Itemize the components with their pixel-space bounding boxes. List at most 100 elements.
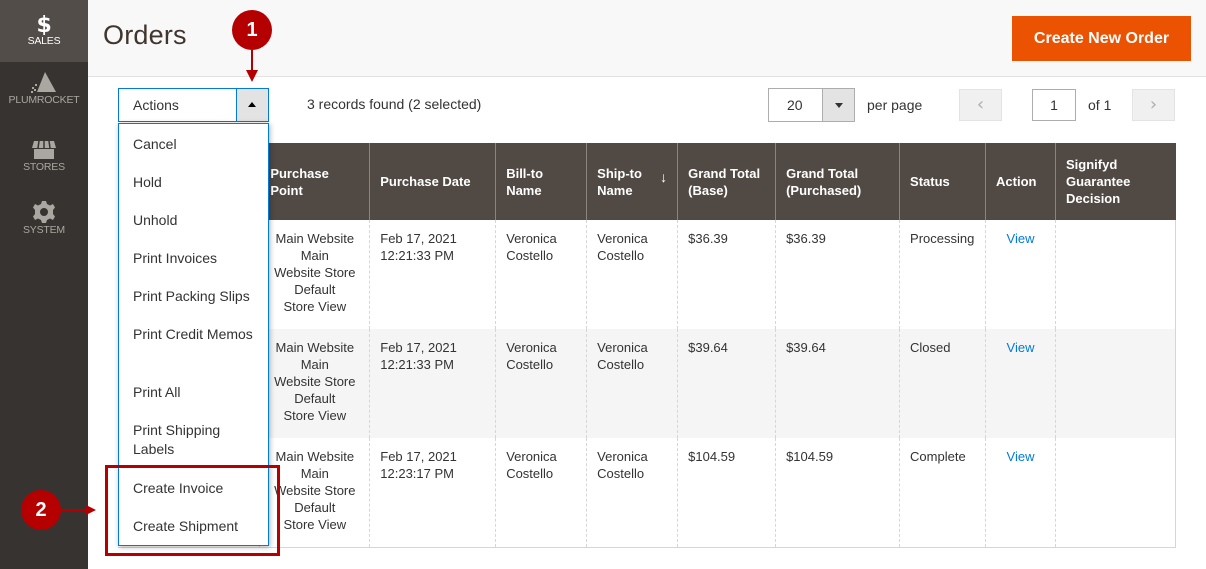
- cell-line: Main Website: [262, 230, 367, 247]
- actions-dropdown[interactable]: Actions: [118, 88, 269, 122]
- table-row[interactable]: Main WebsiteMainWebsite StoreDefaultStor…: [118, 220, 1176, 329]
- cell-line: Main: [262, 356, 367, 373]
- cell-status: Closed: [900, 329, 986, 438]
- column-header-purchase-point[interactable]: Purchase Point: [260, 143, 370, 220]
- actions-menu-item-print-credit-memos[interactable]: Print Credit Memos: [133, 325, 263, 344]
- admin-sidebar: $ SALES PLUMROCKET STORES SYSTEM: [0, 0, 88, 569]
- cell-line: Veronica: [597, 448, 667, 465]
- actions-menu-item-print-shipping-labels[interactable]: Print Shipping Labels: [133, 421, 263, 459]
- actions-menu-item-print-invoices[interactable]: Print Invoices: [133, 249, 263, 268]
- cell-signifyd: [1056, 220, 1176, 329]
- column-header-signifyd[interactable]: Signifyd Guarantee Decision: [1056, 143, 1176, 220]
- cell-purchase-point: Main WebsiteMainWebsite StoreDefaultStor…: [260, 329, 370, 438]
- caret-up-icon: [248, 102, 256, 107]
- cell-line: Store View: [262, 407, 367, 424]
- cell-action: View: [986, 220, 1056, 329]
- gear-icon: [32, 200, 56, 224]
- caret-down-icon: [835, 103, 843, 108]
- actions-menu-item-print-packing-slips[interactable]: Print Packing Slips: [133, 287, 263, 306]
- cell-action: View: [986, 438, 1056, 547]
- cell-line: Costello: [506, 465, 576, 482]
- cell-line: Veronica: [506, 230, 576, 247]
- column-header-purchase-date[interactable]: Purchase Date: [370, 143, 496, 220]
- actions-dropdown-toggle[interactable]: [236, 89, 268, 121]
- annotation-highlight-box: [105, 465, 280, 556]
- cell-purchase-point: Main WebsiteMainWebsite StoreDefaultStor…: [260, 220, 370, 329]
- cell-line: Feb 17, 2021: [380, 339, 485, 356]
- annotation-arrow-right: [60, 509, 88, 511]
- cell-purchase-date: Feb 17, 202112:21:33 PM: [370, 329, 496, 438]
- sidebar-item-system[interactable]: SYSTEM: [0, 200, 88, 250]
- previous-page-button[interactable]: ‹: [959, 89, 1002, 121]
- next-page-button[interactable]: ›: [1132, 89, 1175, 121]
- cell-line: Feb 17, 2021: [380, 448, 485, 465]
- cell-grand-total-purchased: $36.39: [776, 220, 900, 329]
- column-header-status[interactable]: Status: [900, 143, 986, 220]
- page-title: Orders: [103, 20, 187, 51]
- per-page-value: 20: [787, 97, 803, 113]
- cell-signifyd: [1056, 438, 1176, 547]
- actions-dropdown-label: Actions: [133, 97, 179, 113]
- cell-grand-total-base: $39.64: [678, 329, 776, 438]
- svg-text:$: $: [36, 13, 51, 35]
- column-header-ship-to-name[interactable]: Ship-to Name ↓: [587, 143, 678, 220]
- actions-menu-item-hold[interactable]: Hold: [133, 173, 263, 192]
- cell-line: 12:23:17 PM: [380, 465, 485, 482]
- cell-line: Costello: [506, 247, 576, 264]
- cell-line: Veronica: [597, 339, 667, 356]
- cell-grand-total-base: $104.59: [678, 438, 776, 547]
- current-page-input[interactable]: 1: [1032, 89, 1076, 121]
- cell-bill-to-name: VeronicaCostello: [496, 438, 587, 547]
- actions-menu-item-unhold[interactable]: Unhold: [133, 211, 263, 230]
- table-row[interactable]: Main WebsiteMainWebsite StoreDefaultStor…: [118, 329, 1176, 438]
- cell-purchase-date: Feb 17, 202112:23:17 PM: [370, 438, 496, 547]
- sidebar-item-plumrocket[interactable]: PLUMROCKET: [0, 70, 88, 120]
- cell-bill-to-name: VeronicaCostello: [496, 329, 587, 438]
- cell-line: 12:21:33 PM: [380, 247, 485, 264]
- view-order-link[interactable]: View: [1007, 449, 1035, 464]
- chevron-right-icon: ›: [1150, 94, 1157, 115]
- cell-line: Website Store: [262, 264, 367, 281]
- cell-ship-to-name: VeronicaCostello: [587, 329, 678, 438]
- sidebar-item-label: SYSTEM: [0, 224, 88, 236]
- column-header-grand-total-base[interactable]: Grand Total (Base): [678, 143, 776, 220]
- sidebar-item-sales[interactable]: $ SALES: [0, 0, 88, 62]
- annotation-arrowhead-right: [86, 505, 96, 515]
- annotation-arrowhead-down: [246, 70, 258, 82]
- cell-line: 12:21:33 PM: [380, 356, 485, 373]
- actions-menu-item-print-all[interactable]: Print All: [133, 383, 263, 402]
- cell-line: Main Website: [262, 448, 367, 465]
- create-new-order-button[interactable]: Create New Order: [1012, 16, 1191, 61]
- cell-line: Main: [262, 247, 367, 264]
- cell-line: Main Website: [262, 339, 367, 356]
- cell-grand-total-purchased: $39.64: [776, 329, 900, 438]
- annotation-callout-1: 1: [232, 10, 272, 50]
- per-page-select[interactable]: 20: [768, 88, 855, 122]
- cell-bill-to-name: VeronicaCostello: [496, 220, 587, 329]
- storefront-icon: [31, 139, 57, 161]
- view-order-link[interactable]: View: [1007, 340, 1035, 355]
- per-page-toggle[interactable]: [822, 89, 854, 121]
- column-header-label: Ship-to Name: [597, 166, 642, 198]
- cell-signifyd: [1056, 329, 1176, 438]
- cell-line: Website Store: [262, 373, 367, 390]
- chevron-left-icon: ‹: [977, 94, 984, 115]
- view-order-link[interactable]: View: [1007, 231, 1035, 246]
- cell-line: Costello: [597, 356, 667, 373]
- grid-header-row: Purchase Point Purchase Date Bill-to Nam…: [118, 143, 1176, 220]
- annotation-callout-2: 2: [21, 490, 61, 530]
- cell-purchase-date: Feb 17, 202112:21:33 PM: [370, 220, 496, 329]
- actions-menu-item-cancel[interactable]: Cancel: [133, 135, 263, 154]
- cell-line: Store View: [262, 298, 367, 315]
- annotation-arrow-down: [251, 50, 253, 72]
- sidebar-item-stores[interactable]: STORES: [0, 139, 88, 189]
- cell-line: Default: [262, 281, 367, 298]
- column-header-bill-to-name[interactable]: Bill-to Name: [496, 143, 587, 220]
- column-header-grand-total-purchased[interactable]: Grand Total (Purchased): [776, 143, 900, 220]
- sidebar-item-label: PLUMROCKET: [0, 94, 88, 106]
- per-page-label: per page: [867, 97, 922, 113]
- page-total-text: of 1: [1088, 97, 1111, 113]
- cell-status: Complete: [900, 438, 986, 547]
- cell-ship-to-name: VeronicaCostello: [587, 438, 678, 547]
- cell-line: Veronica: [506, 339, 576, 356]
